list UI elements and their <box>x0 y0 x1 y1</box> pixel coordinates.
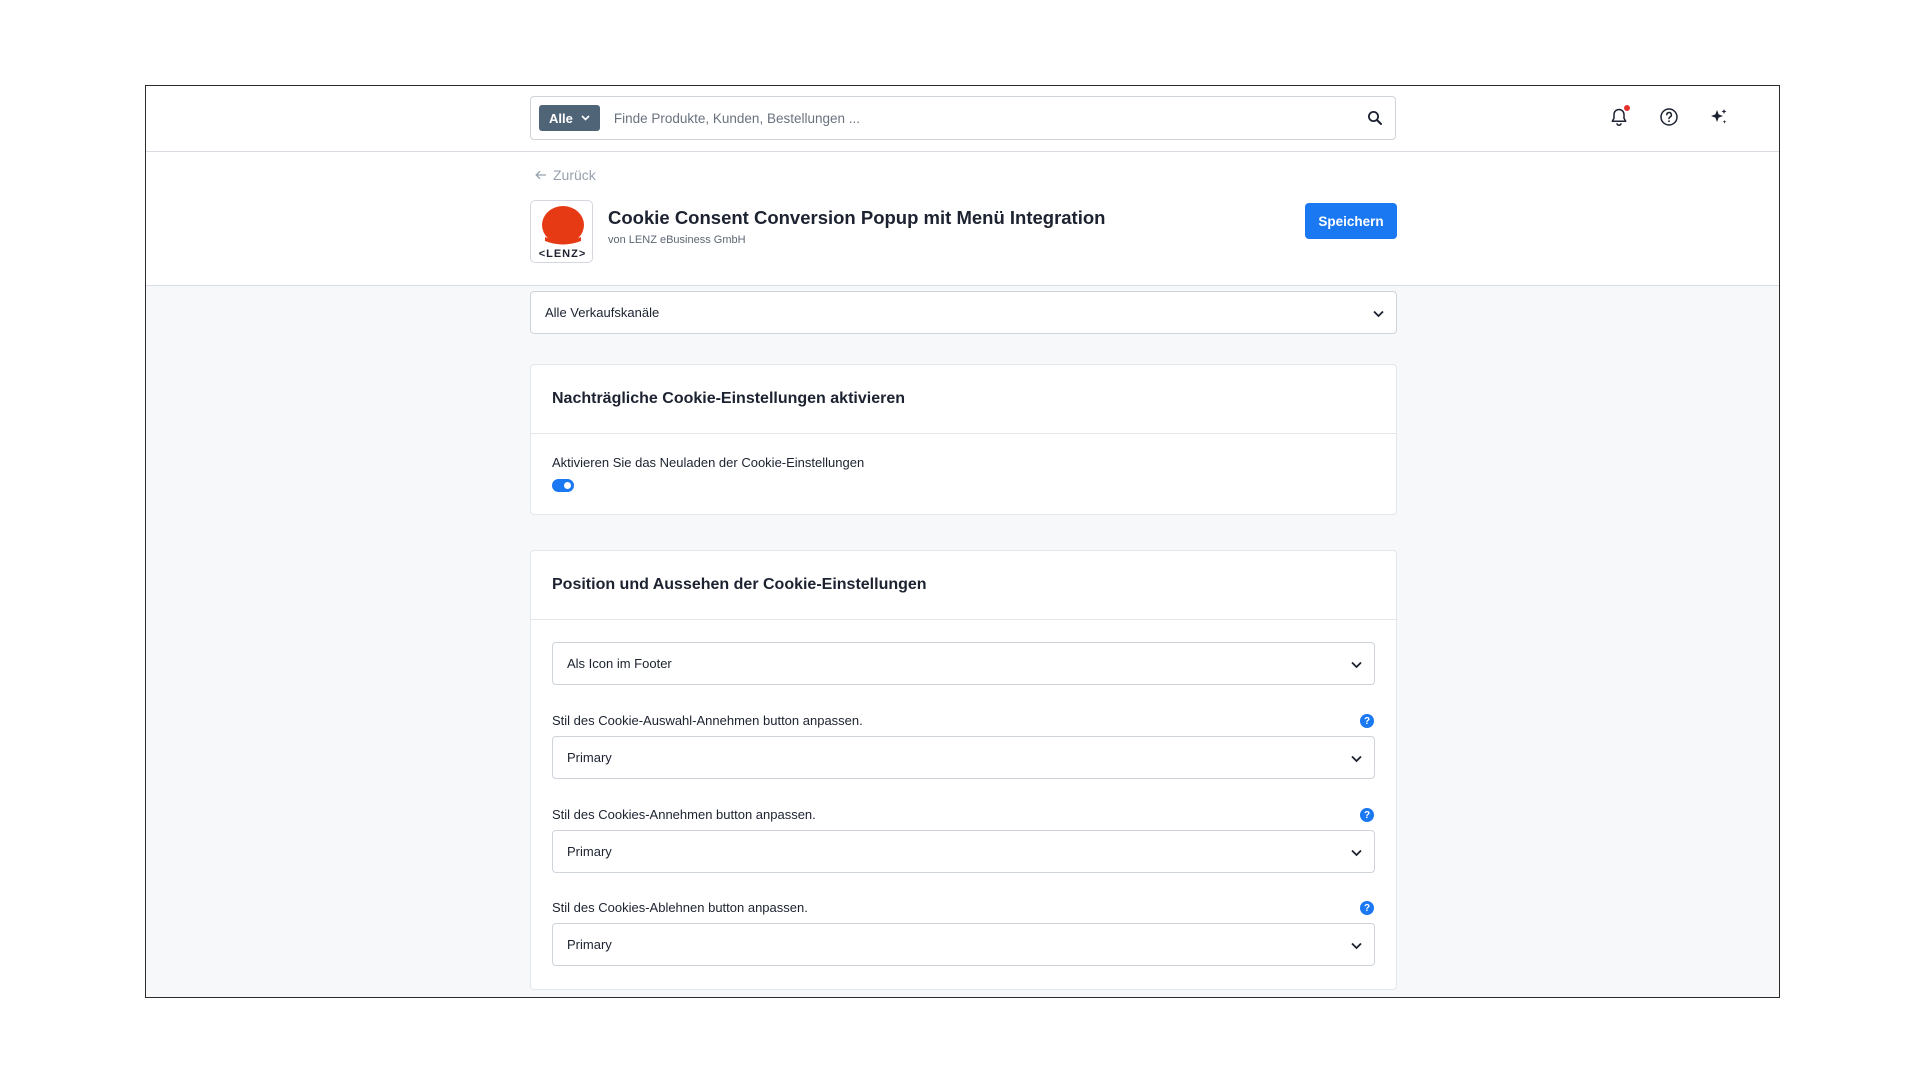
sales-channel-select[interactable]: Alle Verkaufskanäle <box>530 291 1397 334</box>
reload-settings-card: Nachträgliche Cookie-Einstellungen aktiv… <box>530 364 1397 515</box>
accept-selection-style-select[interactable]: Primary <box>552 736 1375 779</box>
sparkle-icon[interactable] <box>1706 104 1732 130</box>
card-title: Position und Aussehen der Cookie-Einstel… <box>531 551 1396 620</box>
position-select[interactable]: Als Icon im Footer <box>552 642 1375 685</box>
chevron-down-icon <box>1351 844 1362 859</box>
field-label: Stil des Cookie-Auswahl-Annehmen button … <box>552 713 863 728</box>
global-search: Alle <box>530 96 1396 140</box>
accept-all-style-select[interactable]: Primary <box>552 830 1375 873</box>
field-value: Primary <box>567 937 612 952</box>
notification-badge <box>1624 105 1630 111</box>
search-scope-label: Alle <box>549 110 573 126</box>
search-scope-dropdown[interactable]: Alle <box>539 105 600 131</box>
search-input[interactable] <box>599 97 1355 139</box>
chevron-down-icon <box>1351 750 1362 765</box>
bell-icon[interactable] <box>1606 104 1632 130</box>
position-settings-card: Position und Aussehen der Cookie-Einstel… <box>530 550 1397 990</box>
chevron-down-icon <box>1351 937 1362 952</box>
reject-style-select[interactable]: Primary <box>552 923 1375 966</box>
field-label: Stil des Cookies-Ablehnen button anpasse… <box>552 900 808 915</box>
top-icon-bar <box>1606 104 1732 130</box>
help-icon[interactable]: ? <box>1360 714 1374 728</box>
search-icon[interactable] <box>1355 97 1395 139</box>
chevron-down-icon <box>1351 656 1362 671</box>
app-window: Alle Zurück <box>145 85 1780 998</box>
help-icon[interactable]: ? <box>1360 808 1374 822</box>
page-header: Zurück <LENZ> Cookie Consent Conversion … <box>146 152 1779 286</box>
field-value: Primary <box>567 750 612 765</box>
app-vendor: von LENZ eBusiness GmbH <box>608 234 746 246</box>
sales-channel-value: Alle Verkaufskanäle <box>545 305 660 320</box>
position-value: Als Icon im Footer <box>567 656 672 671</box>
card-title: Nachträgliche Cookie-Einstellungen aktiv… <box>531 365 1396 434</box>
back-label: Zurück <box>553 167 596 183</box>
save-button[interactable]: Speichern <box>1305 203 1397 239</box>
chevron-down-icon <box>581 113 590 123</box>
back-link[interactable]: Zurück <box>535 167 596 183</box>
reload-toggle[interactable] <box>552 479 574 492</box>
svg-text:<LENZ>: <LENZ> <box>539 248 587 260</box>
field-label: Stil des Cookies-Annehmen button anpasse… <box>552 807 816 822</box>
arrow-left-icon <box>535 170 546 180</box>
toggle-label: Aktivieren Sie das Neuladen der Cookie-E… <box>552 455 865 470</box>
chevron-down-icon <box>1373 305 1384 320</box>
app-logo: <LENZ> <box>530 200 593 263</box>
help-icon[interactable]: ? <box>1360 901 1374 915</box>
help-circle-icon[interactable] <box>1656 104 1682 130</box>
page-title: Cookie Consent Conversion Popup mit Menü… <box>608 207 1106 228</box>
field-value: Primary <box>567 844 612 859</box>
top-bar: Alle <box>146 86 1779 152</box>
